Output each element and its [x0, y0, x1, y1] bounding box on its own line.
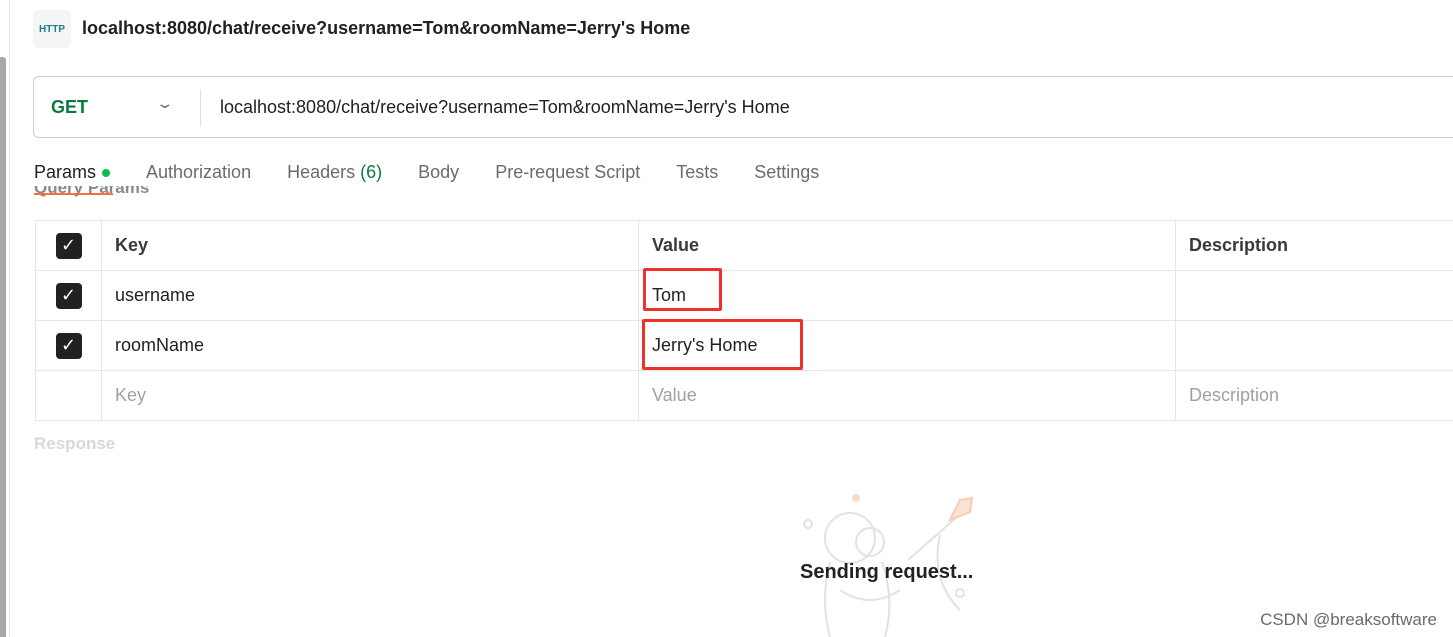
http-icon: HTTP [33, 10, 71, 48]
column-key: Key [102, 221, 639, 270]
tab-settings[interactable]: Settings [754, 162, 819, 183]
table-row-new: Key Value Description [35, 371, 1453, 421]
divider [200, 90, 201, 126]
scrollbar[interactable] [0, 57, 6, 637]
tab-params[interactable]: Params [34, 162, 111, 183]
url-input[interactable]: localhost:8080/chat/receive?username=Tom… [220, 97, 790, 118]
highlight-box [642, 319, 803, 370]
select-all-checkbox[interactable]: ✓ [55, 232, 82, 259]
key-cell[interactable]: username [102, 271, 639, 320]
http-icon-label: HTTP [38, 23, 66, 35]
column-value: Value [639, 221, 1176, 270]
divider [9, 0, 10, 637]
response-label: Response [34, 434, 116, 453]
query-params-label: Query Params [34, 186, 150, 197]
row-checkbox[interactable]: ✓ [55, 332, 82, 359]
tab-headers[interactable]: Headers (6) [287, 162, 382, 183]
description-cell[interactable] [1176, 321, 1453, 370]
row-checkbox[interactable]: ✓ [55, 282, 82, 309]
tab-authorization[interactable]: Authorization [146, 162, 251, 183]
tab-tests[interactable]: Tests [676, 162, 718, 183]
chevron-down-icon[interactable]: ⌄ [155, 95, 174, 112]
highlight-box [643, 268, 722, 311]
active-tab-indicator [34, 193, 113, 195]
sending-status: Sending request... [800, 561, 974, 583]
tab-label: Params [34, 162, 97, 182]
table-header: ✓ Key Value Description [35, 221, 1453, 271]
method-select[interactable]: GET [51, 97, 88, 118]
value-input[interactable]: Value [639, 371, 1176, 420]
description-input[interactable]: Description [1176, 371, 1453, 420]
headers-count: (6) [360, 162, 383, 182]
watermark: CSDN @breaksoftware [1260, 610, 1437, 629]
description-cell[interactable] [1176, 271, 1453, 320]
key-cell[interactable]: roomName [102, 321, 639, 370]
request-tabs: Params Authorization Headers (6) Body Pr… [34, 162, 855, 183]
tab-label: Headers [287, 162, 356, 182]
url-bar: GET ⌄ localhost:8080/chat/receive?userna… [33, 76, 1453, 138]
tab-body[interactable]: Body [418, 162, 459, 183]
column-description: Description [1189, 235, 1289, 255]
table-row: ✓ username Tom [35, 271, 1453, 321]
key-input[interactable]: Key [102, 371, 639, 420]
request-title[interactable]: localhost:8080/chat/receive?username=Tom… [82, 18, 690, 39]
active-dot-icon [102, 169, 111, 178]
tab-pre-request-script[interactable]: Pre-request Script [495, 162, 640, 183]
